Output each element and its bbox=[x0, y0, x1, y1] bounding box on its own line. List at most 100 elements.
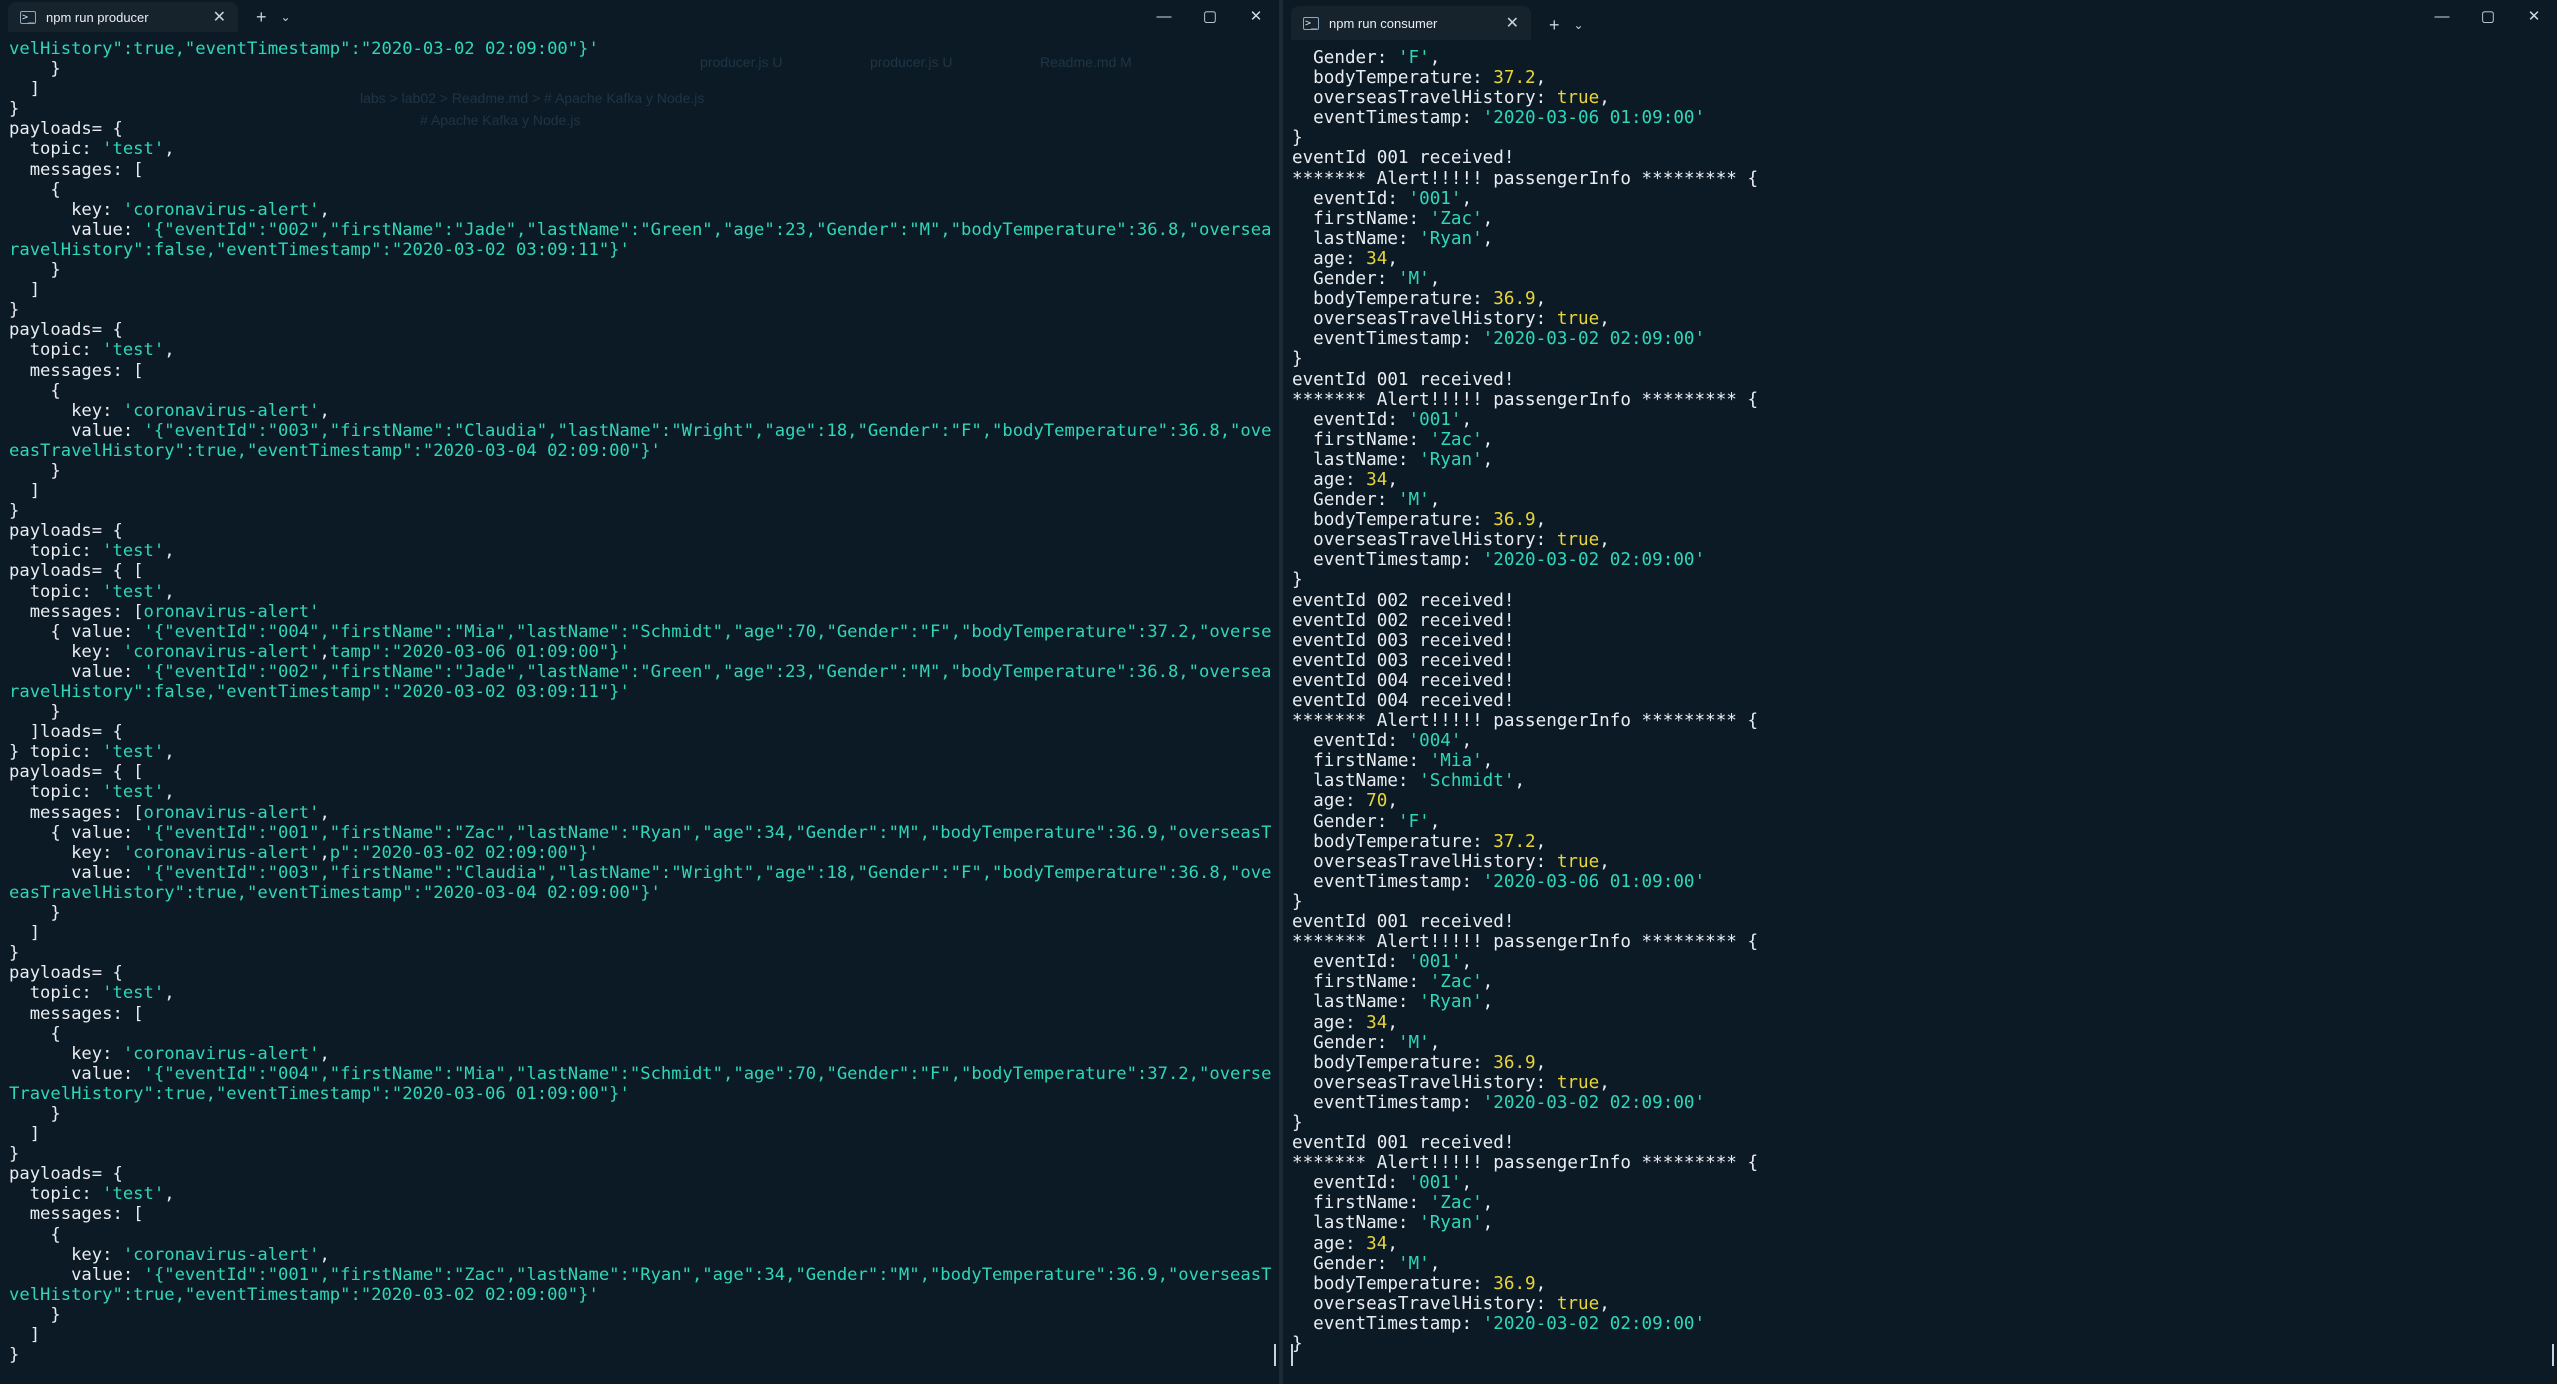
terminal-line: overseasTravelHistory: true, bbox=[1292, 852, 2549, 872]
terminal-line: overseasTravelHistory: true, bbox=[1292, 1073, 2549, 1093]
scrollbar-thumb[interactable] bbox=[2552, 1344, 2554, 1366]
terminal-text-segment: eventTimestamp: bbox=[1292, 1313, 1483, 1334]
terminal-text-segment: 34 bbox=[1366, 1233, 1388, 1254]
terminal-text-segment: eventId 001 received! bbox=[1292, 148, 1515, 169]
terminal-text-segment: '004' bbox=[1408, 731, 1462, 752]
maximize-button[interactable]: ▢ bbox=[2465, 0, 2511, 32]
consumer-terminal-window[interactable]: >_ npm run consumer ✕ + ⌄ — ▢ ✕ Gender: … bbox=[1283, 0, 2557, 1384]
terminal-line: } bbox=[1292, 128, 2549, 148]
terminal-text-segment: } bbox=[1292, 349, 1303, 370]
minimize-button[interactable]: — bbox=[2419, 0, 2465, 32]
tab-npm-run-producer[interactable]: >_ npm run producer ✕ bbox=[8, 2, 238, 32]
terminal-line: eventId 002 received! bbox=[1292, 591, 2549, 611]
terminal-line: topic: 'test', bbox=[9, 541, 1271, 561]
terminal-text-segment: , bbox=[1461, 952, 1473, 973]
maximize-button[interactable]: ▢ bbox=[1187, 0, 1233, 32]
terminal-text-segment: , bbox=[1429, 1253, 1441, 1274]
terminal-text-segment: , bbox=[1599, 309, 1610, 330]
terminal-line: } bbox=[9, 1305, 1271, 1325]
terminal-line: value: '{"eventId":"002","firstName":"Ja… bbox=[9, 662, 1271, 682]
terminal-line: } bbox=[9, 260, 1271, 280]
terminal-output[interactable]: Gender: 'F', bodyTemperature: 37.2, over… bbox=[1292, 48, 2549, 1384]
terminal-text-segment: 'coronavirus-alert' bbox=[122, 641, 320, 662]
terminal-line: eventId 001 received! bbox=[1292, 1133, 2549, 1153]
terminal-text-segment: velHistory":true,"eventTimestamp":"2020-… bbox=[9, 39, 599, 59]
close-window-button[interactable]: ✕ bbox=[1233, 0, 1279, 32]
terminal-text-segment: , bbox=[1429, 1032, 1441, 1053]
terminal-text-segment: messages: [ bbox=[9, 601, 144, 622]
terminal-text-segment: eventId 001 received! bbox=[1292, 1133, 1515, 1154]
terminal-text-segment: true bbox=[1556, 851, 1600, 872]
terminal-line: ] bbox=[9, 923, 1271, 943]
terminal-line: { bbox=[9, 180, 1271, 200]
terminal-text-segment: } bbox=[9, 903, 61, 924]
terminal-line: overseasTravelHistory: true, bbox=[1292, 309, 2549, 329]
terminal-text-segment: } bbox=[9, 943, 20, 964]
terminal-line: eventId 003 received! bbox=[1292, 631, 2549, 651]
terminal-line: bodyTemperature: 36.9, bbox=[1292, 289, 2549, 309]
close-tab-icon[interactable]: ✕ bbox=[1506, 13, 1519, 33]
terminal-line: eventTimestamp: '2020-03-02 02:09:00' bbox=[1292, 1093, 2549, 1113]
terminal-text-segment: overseasTravelHistory: bbox=[1292, 530, 1557, 551]
terminal-line: } topic: 'test', bbox=[9, 742, 1271, 762]
terminal-line: topic: 'test', bbox=[9, 582, 1271, 602]
terminal-text-segment: true bbox=[1556, 1072, 1600, 1093]
terminal-line: topic: 'test', bbox=[9, 782, 1271, 802]
close-tab-icon[interactable]: ✕ bbox=[213, 7, 226, 27]
terminal-text-segment: lastName: bbox=[1292, 228, 1420, 249]
terminal-text-segment: key: bbox=[9, 641, 123, 662]
terminal-icon: >_ bbox=[1303, 16, 1319, 30]
terminal-text-segment: , bbox=[1429, 48, 1441, 68]
terminal-line: } bbox=[1292, 570, 2549, 590]
terminal-text-segment: , bbox=[1535, 510, 1547, 531]
terminal-line: bodyTemperature: 36.9, bbox=[1292, 1053, 2549, 1073]
terminal-line: } bbox=[9, 501, 1271, 521]
terminal-text-segment: ] bbox=[9, 1325, 41, 1345]
scrollbar-thumb[interactable] bbox=[1274, 1344, 1276, 1366]
new-tab-button[interactable]: + bbox=[256, 2, 267, 32]
terminal-text-segment: age: bbox=[1292, 1233, 1367, 1254]
terminal-line: { value: '{"eventId":"004","firstName":"… bbox=[9, 622, 1271, 642]
terminal-text-segment: ] bbox=[9, 79, 41, 100]
terminal-line: bodyTemperature: 36.9, bbox=[1292, 1274, 2549, 1294]
producer-terminal-window[interactable]: producer.js U producer.js U Readme.md M … bbox=[0, 0, 1279, 1384]
terminal-text-segment: key: bbox=[9, 1244, 123, 1265]
minimize-button[interactable]: — bbox=[1141, 0, 1187, 32]
terminal-text-segment: true bbox=[1556, 1293, 1600, 1314]
terminal-line: key: 'coronavirus-alert', bbox=[9, 1044, 1271, 1064]
close-window-button[interactable]: ✕ bbox=[2511, 0, 2557, 32]
terminal-text-segment: bodyTemperature: bbox=[1292, 68, 1494, 89]
terminal-text-segment: value: bbox=[9, 1264, 144, 1285]
terminal-text-segment: , bbox=[1599, 1072, 1610, 1093]
terminal-line: age: 34, bbox=[1292, 470, 2549, 490]
terminal-text-segment: value: bbox=[9, 862, 144, 883]
terminal-text-segment: , bbox=[1429, 269, 1441, 290]
terminal-text-segment: eventId 001 received! bbox=[1292, 912, 1515, 933]
terminal-text-segment: bodyTemperature: bbox=[1292, 1273, 1494, 1294]
new-tab-button[interactable]: + bbox=[1549, 10, 1560, 40]
terminal-text-segment: eventId: bbox=[1292, 731, 1409, 752]
tab-dropdown-chevron-icon[interactable]: ⌄ bbox=[1574, 10, 1584, 40]
terminal-text-segment: 'coronavirus-alert' bbox=[122, 199, 320, 220]
terminal-line: } bbox=[9, 943, 1271, 963]
terminal-line: bodyTemperature: 36.9, bbox=[1292, 510, 2549, 530]
terminal-line: eventId: '001', bbox=[1292, 952, 2549, 972]
terminal-text-segment: payloads= { [ bbox=[9, 561, 144, 582]
terminal-line: messages: [ bbox=[9, 1004, 1271, 1024]
terminal-text-segment: 'test' bbox=[102, 340, 165, 361]
terminal-line: { bbox=[9, 1024, 1271, 1044]
terminal-text-segment: Gender: bbox=[1292, 48, 1398, 68]
terminal-text-segment: ******* Alert!!!!! passengerInfo *******… bbox=[1292, 932, 1759, 953]
terminal-line: } bbox=[9, 1104, 1271, 1124]
terminal-text-segment: 'test' bbox=[102, 983, 165, 1004]
terminal-output[interactable]: velHistory":true,"eventTimestamp":"2020-… bbox=[9, 39, 1271, 1384]
tab-dropdown-chevron-icon[interactable]: ⌄ bbox=[281, 2, 291, 32]
terminal-text-segment: , bbox=[1535, 289, 1547, 310]
terminal-text-segment: , bbox=[319, 199, 330, 220]
terminal-line: overseasTravelHistory: true, bbox=[1292, 530, 2549, 550]
terminal-text-segment: 'coronavirus-alert' bbox=[122, 1244, 320, 1265]
terminal-text-segment: '{"eventId":"001","firstName":"Zac","las… bbox=[143, 822, 1271, 843]
terminal-text-segment: { value: bbox=[9, 621, 144, 642]
tab-npm-run-consumer[interactable]: >_ npm run consumer ✕ bbox=[1291, 6, 1531, 40]
terminal-text-segment: 34 bbox=[1366, 248, 1388, 269]
